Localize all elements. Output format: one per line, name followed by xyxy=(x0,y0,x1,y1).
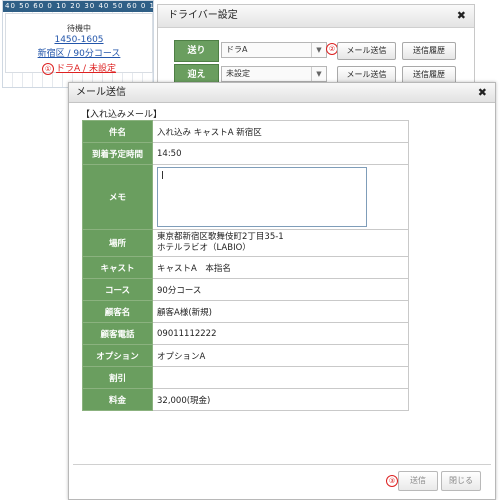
mail-detail-table: 件名 入れ込み キャストA 新宿区 到着予定時間 14:50 メモ 場所 東京都… xyxy=(82,120,409,411)
chevron-down-icon: ▼ xyxy=(311,67,326,81)
price-label: 料金 xyxy=(82,388,153,411)
course-label: コース xyxy=(82,278,153,301)
location-hotel: ホテルラビオ（LABIO） xyxy=(157,243,251,253)
mail-dialog-titlebar: メール送信 ✖ xyxy=(69,83,495,103)
table-row: メモ xyxy=(82,164,409,230)
cast-label: キャスト xyxy=(82,256,153,279)
cast-value: キャストA 本指名 xyxy=(152,256,409,279)
table-row: コース 90分コース xyxy=(82,278,409,301)
footer-divider xyxy=(73,464,491,465)
course-value: 90分コース xyxy=(152,278,409,301)
subject-value: 入れ込み キャストA 新宿区 xyxy=(152,120,409,143)
send-label: 送り xyxy=(174,40,219,62)
driver-dialog-title: ドライバー設定 xyxy=(168,10,238,21)
arrival-time-label: 到着予定時間 xyxy=(82,142,153,165)
memo-textarea[interactable] xyxy=(157,167,367,227)
send-history-button[interactable]: 送信履歴 xyxy=(402,42,456,60)
subject-label: 件名 xyxy=(82,120,153,143)
reservation-area-course-link[interactable]: 新宿区 / 90分コース xyxy=(6,46,152,59)
section-heading: 【入れ込みメール】 xyxy=(81,110,163,120)
table-row: 顧客名 顧客A様(新規) xyxy=(82,300,409,323)
driver-settings-dialog: ドライバー設定 ✖ 送り ドラA ▼ ② メール送信 送信履歴 迎え 未設定 ▼… xyxy=(157,4,475,88)
discount-label: 割引 xyxy=(82,366,153,389)
table-row: 到着予定時間 14:50 xyxy=(82,142,409,165)
memo-cell xyxy=(152,164,409,230)
table-row: 件名 入れ込み キャストA 新宿区 xyxy=(82,120,409,143)
schedule-panel: 40 50 60 0 10 20 30 40 50 60 0 10 20 待機中… xyxy=(2,0,154,88)
customer-phone-value: 09011112222 xyxy=(152,322,409,345)
reservation-card[interactable]: 待機中 1450-1605 新宿区 / 90分コース ① ドラA / 未設定 xyxy=(5,13,153,75)
close-button[interactable]: 閉じる xyxy=(441,471,481,491)
driver-setting-link[interactable]: ドラA / 未設定 xyxy=(56,64,116,74)
table-row: 割引 xyxy=(82,366,409,389)
driver-assignment[interactable]: ① ドラA / 未設定 xyxy=(6,61,152,75)
send-driver-select[interactable]: ドラA ▼ xyxy=(221,42,327,58)
close-icon[interactable]: ✖ xyxy=(478,83,487,102)
table-row: 料金 32,000(現金) xyxy=(82,388,409,411)
chevron-down-icon: ▼ xyxy=(311,43,326,57)
memo-label: メモ xyxy=(82,164,153,230)
location-value: 東京都新宿区歌舞伎町2丁目35-1 ホテルラビオ（LABIO） xyxy=(152,229,409,257)
driver-dialog-titlebar: ドライバー設定 ✖ xyxy=(158,5,474,28)
table-row: 顧客電話 09011112222 xyxy=(82,322,409,345)
reservation-status: 待機中 xyxy=(67,24,91,33)
customer-name-value: 顧客A様(新規) xyxy=(152,300,409,323)
customer-phone-label: 顧客電話 xyxy=(82,322,153,345)
table-row: オプション オプションA xyxy=(82,344,409,367)
timeline-header: 40 50 60 0 10 20 30 40 50 60 0 10 20 xyxy=(3,1,153,12)
mail-dialog-title: メール送信 xyxy=(76,87,126,98)
location-address: 東京都新宿区歌舞伎町2丁目35-1 xyxy=(157,232,284,242)
table-row: 場所 東京都新宿区歌舞伎町2丁目35-1 ホテルラビオ（LABIO） xyxy=(82,229,409,257)
step-marker-1: ① xyxy=(42,62,55,75)
send-driver-value: ドラA xyxy=(226,45,248,54)
option-value: オプションA xyxy=(152,344,409,367)
close-icon[interactable]: ✖ xyxy=(457,5,466,27)
step-marker-3: ③ xyxy=(386,475,398,487)
price-value: 32,000(現金) xyxy=(152,388,409,411)
pickup-driver-select[interactable]: 未設定 ▼ xyxy=(221,66,327,82)
send-button[interactable]: 送信 xyxy=(398,471,438,491)
table-row: キャスト キャストA 本指名 xyxy=(82,256,409,279)
discount-value xyxy=(152,366,409,389)
arrival-time-value: 14:50 xyxy=(152,142,409,165)
option-label: オプション xyxy=(82,344,153,367)
reservation-time-link[interactable]: 1450-1605 xyxy=(6,35,152,45)
text-caret xyxy=(162,171,163,179)
location-label: 場所 xyxy=(82,229,153,257)
mail-send-dialog: メール送信 ✖ 【入れ込みメール】 件名 入れ込み キャストA 新宿区 到着予定… xyxy=(68,82,496,500)
customer-name-label: 顧客名 xyxy=(82,300,153,323)
pickup-driver-value: 未設定 xyxy=(226,69,250,78)
send-mail-button[interactable]: メール送信 xyxy=(337,42,396,60)
